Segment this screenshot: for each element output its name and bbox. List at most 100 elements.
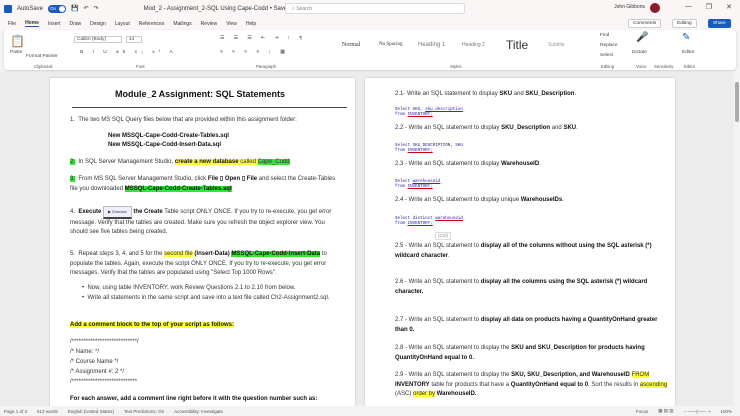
q22b: SKU_Description (501, 125, 551, 131)
microphone-icon[interactable]: 🎤 (636, 32, 648, 43)
code24-table: INVENTORY; (407, 222, 433, 226)
question-2-2: 2.2 - Write an SQL statement to display … (395, 125, 578, 131)
style-normal[interactable]: Normal (342, 42, 360, 48)
code21a: Select SKU, (395, 108, 426, 112)
question-2-8: 2.8 - Write an SQL statement to display … (395, 344, 670, 363)
code22-from: from (395, 149, 408, 153)
font-size-select[interactable]: 14 (126, 36, 142, 43)
editing-button[interactable]: Editing (672, 19, 697, 28)
scrollbar-thumb[interactable] (735, 82, 739, 122)
zoom-level[interactable]: 100% (720, 409, 732, 414)
group-styles: Styles (450, 64, 462, 69)
font-format-buttons[interactable]: B I U ab x₂ x² A (80, 50, 177, 55)
bullet-1: • Now, using table INVENTORY, work Revie… (82, 285, 296, 291)
editor-icon[interactable]: ✎ (682, 32, 690, 43)
avatar[interactable] (650, 3, 660, 13)
group-editor: Editor (684, 64, 696, 69)
q29f: QuantityOnHand equal to 0 (510, 381, 589, 388)
vertical-scrollbar[interactable] (734, 72, 740, 406)
tab-mailings[interactable]: Mailings (173, 21, 191, 27)
comment-line-5: /**************************** (70, 379, 138, 385)
paste-icon[interactable]: 📋 (10, 34, 25, 48)
tab-references[interactable]: References (139, 21, 165, 27)
paragraph-buttons[interactable]: ☰ ☰ ☰ ⇤ ⇥ ↕ ¶ (220, 36, 306, 41)
share-button[interactable]: Share (708, 19, 731, 28)
paste-options-button[interactable]: (Ctrl) (435, 232, 451, 240)
page-title: Module_2 Assignment: SQL Statements (114, 89, 286, 99)
style-heading-1[interactable]: Heading 1 (418, 42, 445, 48)
document-title[interactable]: Mod_2 - Assignment_2-SQL Using Cape-Codd… (144, 6, 291, 12)
autosave-toggle[interactable]: On (48, 4, 67, 13)
tab-insert[interactable]: Insert (48, 21, 61, 27)
style-subtitle[interactable]: Subtitle (548, 42, 565, 48)
paste-button[interactable]: Paste (10, 50, 22, 55)
code22: Select SKU_DESCRIPTION, SKU (395, 144, 463, 148)
find-button[interactable]: Find (600, 33, 609, 38)
title-bar: AutoSave On 💾 ↶ ↷ Mod_2 - Assignment_2-S… (0, 0, 740, 17)
code-2-4: Select distinct warehouseid from INVENTOR… (395, 217, 463, 227)
code24-col: warehouseid (435, 217, 463, 221)
redo-icon[interactable]: ↷ (94, 5, 99, 12)
comment-heading-text: Add a comment block to the top of your s… (70, 322, 235, 328)
tab-design[interactable]: Design (90, 21, 106, 27)
undo-icon[interactable]: ↶ (84, 5, 89, 12)
tab-draw[interactable]: Draw (69, 21, 81, 27)
close-icon[interactable]: ✕ (726, 3, 732, 11)
style-no-spacing[interactable]: No Spacing (379, 42, 402, 47)
step-3: 3. From MS SQL Server Management Studio,… (70, 176, 336, 192)
page-1[interactable]: Module_2 Assignment: SQL Statements 1. T… (50, 78, 355, 406)
replace-button[interactable]: Replace (600, 43, 618, 48)
s3a: From MS SQL Server Management Studio, cl… (78, 176, 208, 182)
view-buttons[interactable]: ▦ ▤ ▥ (658, 408, 673, 414)
select-button[interactable]: Select (600, 53, 613, 58)
language[interactable]: English (United States) (68, 409, 114, 414)
document-area[interactable]: Module_2 Assignment: SQL Statements 1. T… (0, 72, 740, 406)
q21d: SKU_Description (525, 91, 575, 97)
code23-from: from (395, 185, 408, 189)
editor-button[interactable]: Editor (682, 50, 695, 55)
group-voice: Voice (636, 64, 647, 69)
tab-layout[interactable]: Layout (115, 21, 130, 27)
comments-button[interactable]: Comments (628, 19, 662, 28)
code21c: from (395, 113, 408, 117)
text-predictions[interactable]: Text Predictions: On (124, 409, 164, 414)
style-title[interactable]: Title (506, 38, 528, 52)
q29j: order by (413, 391, 436, 397)
ribbon: 📋 Paste Format Painter Calibri (Body) 14… (4, 30, 736, 70)
style-heading-2[interactable]: Heading 2 (462, 42, 485, 48)
accessibility[interactable]: Accessibility: Investigate (174, 409, 223, 414)
q28a: 2.8 - Write an SQL statement to display … (395, 345, 512, 351)
restore-icon[interactable]: ❐ (706, 3, 712, 11)
user-name[interactable]: John Gibbons (614, 4, 645, 10)
tab-review[interactable]: Review (201, 21, 217, 27)
s2a: In SQL Server Management Studio, (78, 159, 175, 165)
tab-home[interactable]: Home (25, 20, 39, 27)
tab-file[interactable]: File (8, 21, 16, 27)
q29g: . Sort the results in (588, 381, 640, 388)
font-name-select[interactable]: Calibri (Body) (74, 36, 122, 43)
alignment-buttons[interactable]: ≡ ≡ ≡ ≡ ↕ ▦ (220, 50, 289, 55)
s2b: create a new database (174, 159, 239, 165)
question-2-7: 2.7 - Write an SQL statement to display … (395, 316, 665, 335)
q23b: WarehouseID (501, 161, 540, 167)
format-painter-button[interactable]: Format Painter (26, 54, 58, 59)
zoom-slider[interactable]: − ——|—— + (684, 409, 711, 414)
word-logo-icon (4, 4, 12, 13)
word-count[interactable]: 513 words (37, 409, 58, 414)
dictate-button[interactable]: Dictate (632, 50, 647, 55)
tab-view[interactable]: View (226, 21, 237, 27)
title-rule (72, 107, 347, 108)
s5a: Repeat steps 3, 4, and 5 for the (78, 251, 165, 257)
minimize-icon[interactable]: — (685, 3, 692, 10)
tab-help[interactable]: Help (246, 21, 256, 27)
page-count[interactable]: Page 1 of 3 (4, 409, 27, 414)
s5d: MSSQL-Cape-Codd-Insert-Data (231, 251, 321, 257)
focus-button[interactable]: Focus (636, 409, 648, 414)
save-icon[interactable]: 💾 (71, 5, 78, 12)
search-input[interactable]: ⌕ Search (285, 3, 465, 14)
q29k: WarehouseID. (435, 391, 477, 397)
comment-heading: Add a comment block to the top of your s… (70, 321, 235, 331)
q22d: SKU (563, 125, 577, 131)
q23a: 2.3 - Write an SQL statement to display (395, 161, 502, 167)
page-2[interactable]: 2.1- Write an SQL statement to display S… (365, 78, 675, 406)
